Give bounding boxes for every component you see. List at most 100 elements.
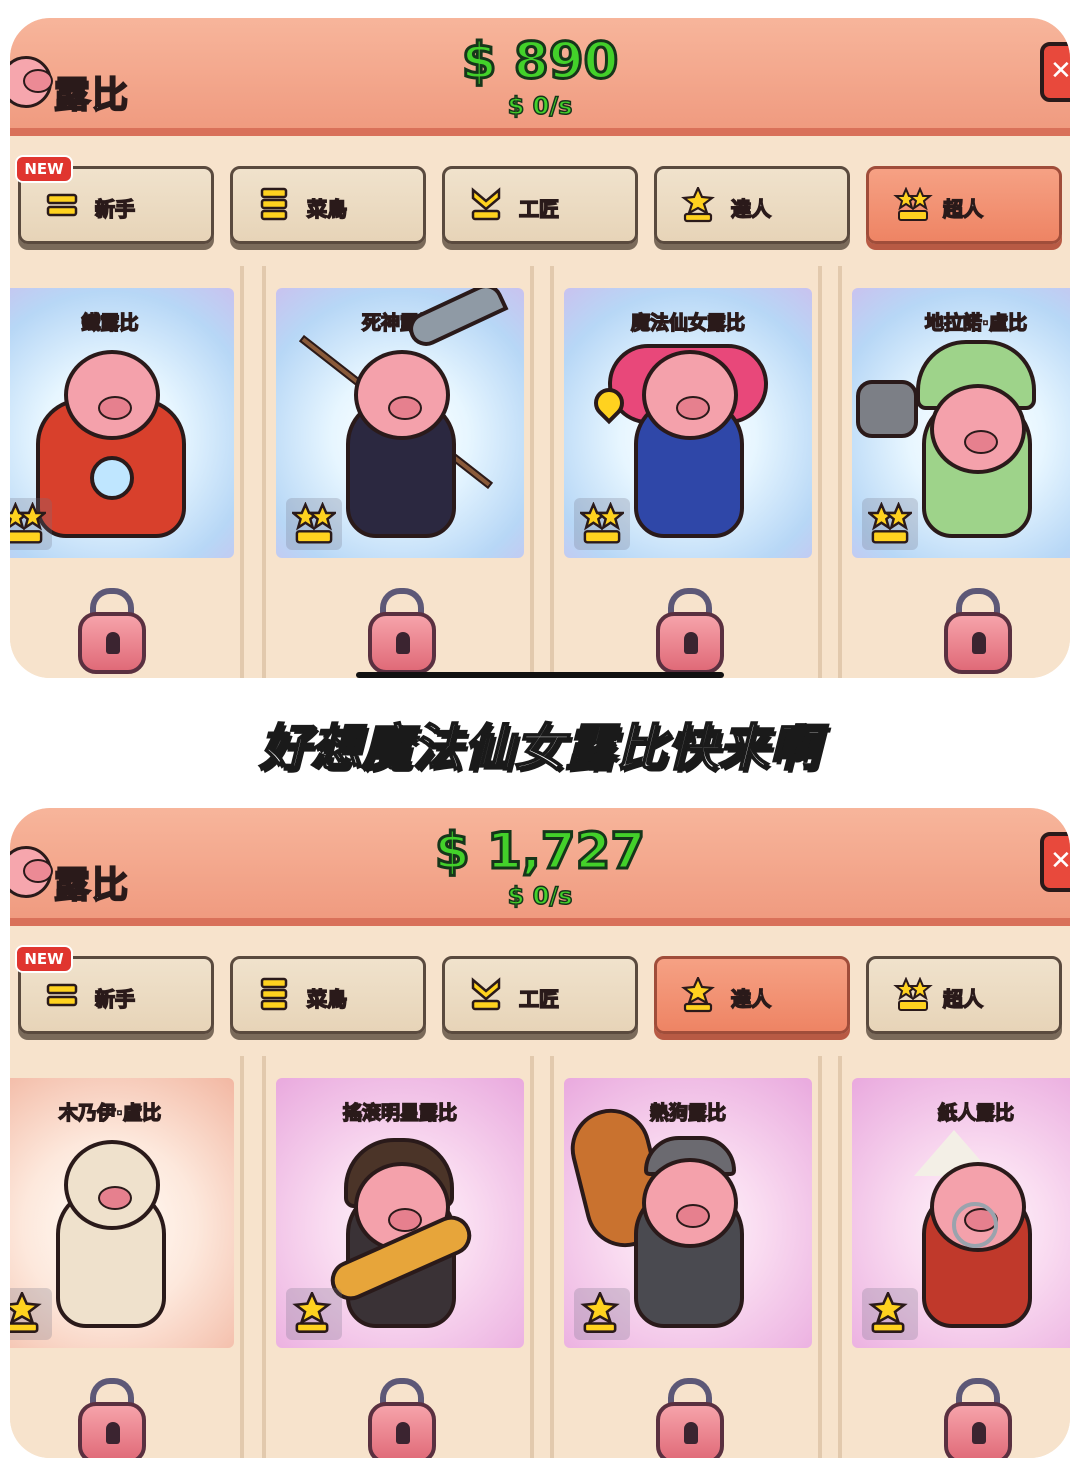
lock-icon [368, 588, 436, 674]
double-star-rank-icon [10, 502, 46, 544]
lock-icon [656, 588, 724, 674]
tab-label: 新手 [94, 986, 136, 1012]
character-card[interactable]: 死神露比 [262, 266, 534, 678]
rank-badge [862, 498, 918, 550]
stone-axe-icon [856, 380, 918, 438]
tab-label: 菜鳥 [306, 986, 348, 1012]
character-head [354, 350, 450, 440]
character-portrait: 地拉諾·盧比 [852, 288, 1070, 558]
tab-craftsman[interactable]: 工匠 [442, 956, 638, 1034]
tab-beginner[interactable]: NEW 新手 [15, 945, 214, 1034]
rank-badge [286, 498, 342, 550]
rank-badge [286, 1288, 342, 1340]
rank-tabs: NEW 新手 菜鳥 工匠 達人 超人 [15, 155, 1068, 250]
star-rank-icon [868, 1292, 908, 1333]
character-portrait: 搖滾明星露比 [276, 1078, 524, 1348]
tab-craftsman[interactable]: 工匠 [442, 166, 638, 244]
character-card[interactable]: 紙人露比 [838, 1056, 1070, 1458]
tab-expert[interactable]: 達人 [654, 956, 850, 1034]
character-name: 魔法仙女露比 [630, 311, 746, 335]
tab-superhuman[interactable]: 超人 [866, 956, 1062, 1034]
character-head [642, 350, 738, 440]
new-badge: NEW [15, 155, 73, 183]
close-button[interactable] [1040, 832, 1070, 892]
character-card[interactable]: 魔法仙女露比 [550, 266, 822, 678]
star-rank-icon [10, 1292, 42, 1333]
lock-icon [944, 588, 1012, 674]
double-star-rank-icon [580, 502, 624, 544]
character-head [642, 1158, 738, 1248]
three-bar-rank-icon [260, 977, 288, 1011]
character-card[interactable]: 木乃伊·盧比 [10, 1056, 244, 1458]
character-head [930, 384, 1026, 474]
home-indicator [356, 672, 724, 678]
top-bar: 露比 $ 1,727 $ 0/s [10, 808, 1070, 926]
character-card[interactable]: 搖滾明星露比 [262, 1056, 534, 1458]
caption-text: 好想魔法仙女露比快来啊 [259, 718, 821, 778]
star-rank-icon [681, 187, 715, 223]
rank-tabs: NEW 新手 菜鳥 工匠 達人 超人 [15, 945, 1068, 1040]
double-star-rank-icon [868, 502, 912, 544]
tab-label: 菜鳥 [306, 196, 348, 222]
character-head [64, 1140, 160, 1230]
star-rank-icon [292, 1292, 332, 1333]
star-rank-icon [681, 977, 715, 1013]
tab-label: 達人 [730, 196, 772, 222]
game-screen-2: 露比 $ 1,727 $ 0/s NEW 新手 菜鳥 工匠 達人 超人 [10, 808, 1070, 1458]
character-portrait: 魔法仙女露比 [564, 288, 812, 558]
double-star-rank-icon [292, 502, 336, 544]
lock-icon [78, 1378, 146, 1458]
tab-beginner[interactable]: NEW 新手 [15, 155, 214, 244]
rank-badge [574, 498, 630, 550]
tab-rookie[interactable]: 菜鳥 [230, 166, 426, 244]
lock-icon [944, 1378, 1012, 1458]
character-name: 搖滾明星露比 [342, 1101, 458, 1125]
money-counter: $ 1,727 [433, 821, 646, 882]
character-card[interactable]: 鐵露比 [10, 266, 244, 678]
tab-label: 工匠 [518, 196, 560, 222]
double-star-rank-icon [893, 977, 933, 1011]
close-button[interactable] [1040, 42, 1070, 102]
top-bar: 露比 $ 890 $ 0/s [10, 18, 1070, 136]
lock-icon [78, 588, 146, 674]
rank-badge [574, 1288, 630, 1340]
game-screen-1: 露比 $ 890 $ 0/s NEW 新手 菜鳥 工匠 達人 超人 [10, 18, 1070, 678]
one-bar-rank-icon [46, 193, 78, 217]
character-portrait: 熱狗露比 [564, 1078, 812, 1348]
character-portrait: 死神露比 [276, 288, 524, 558]
rank-badge [10, 498, 52, 550]
character-portrait: 鐵露比 [10, 288, 234, 558]
income-rate: $ 0/s [507, 91, 573, 121]
lock-icon [656, 1378, 724, 1458]
double-star-rank-icon [893, 187, 933, 221]
tab-label: 新手 [94, 196, 136, 222]
character-portrait: 木乃伊·盧比 [10, 1078, 234, 1348]
tab-rookie[interactable]: 菜鳥 [230, 956, 426, 1034]
character-head [64, 350, 160, 440]
star-rank-icon [580, 1292, 620, 1333]
three-bar-rank-icon [260, 187, 288, 221]
character-grid: 木乃伊·盧比 搖滾明星露比 熱狗露比 紙人露比 [10, 1056, 1070, 1458]
character-portrait: 紙人露比 [852, 1078, 1070, 1348]
arc-reactor-icon [90, 456, 134, 500]
rank-badge [862, 1288, 918, 1340]
one-bar-rank-icon [46, 983, 78, 1007]
tab-label: 超人 [942, 986, 984, 1012]
character-name: 紙人露比 [937, 1101, 1015, 1125]
tab-expert[interactable]: 達人 [654, 166, 850, 244]
income-rate: $ 0/s [507, 881, 573, 911]
character-card[interactable]: 熱狗露比 [550, 1056, 822, 1458]
money-counter: $ 890 [460, 31, 620, 92]
character-card[interactable]: 地拉諾·盧比 [838, 266, 1070, 678]
tab-label: 達人 [730, 986, 772, 1012]
character-name: 木乃伊·盧比 [58, 1101, 162, 1125]
character-name: 鐵露比 [81, 311, 140, 335]
tab-superhuman[interactable]: 超人 [866, 166, 1062, 244]
character-name: 地拉諾·盧比 [924, 311, 1028, 335]
chevron-rank-icon [471, 187, 501, 221]
tab-label: 工匠 [518, 986, 560, 1012]
lock-icon [368, 1378, 436, 1458]
character-grid: 鐵露比 死神露比 魔法仙女露比 地拉諾·盧比 [10, 266, 1070, 678]
tab-label: 超人 [942, 196, 984, 222]
new-badge: NEW [15, 945, 73, 973]
